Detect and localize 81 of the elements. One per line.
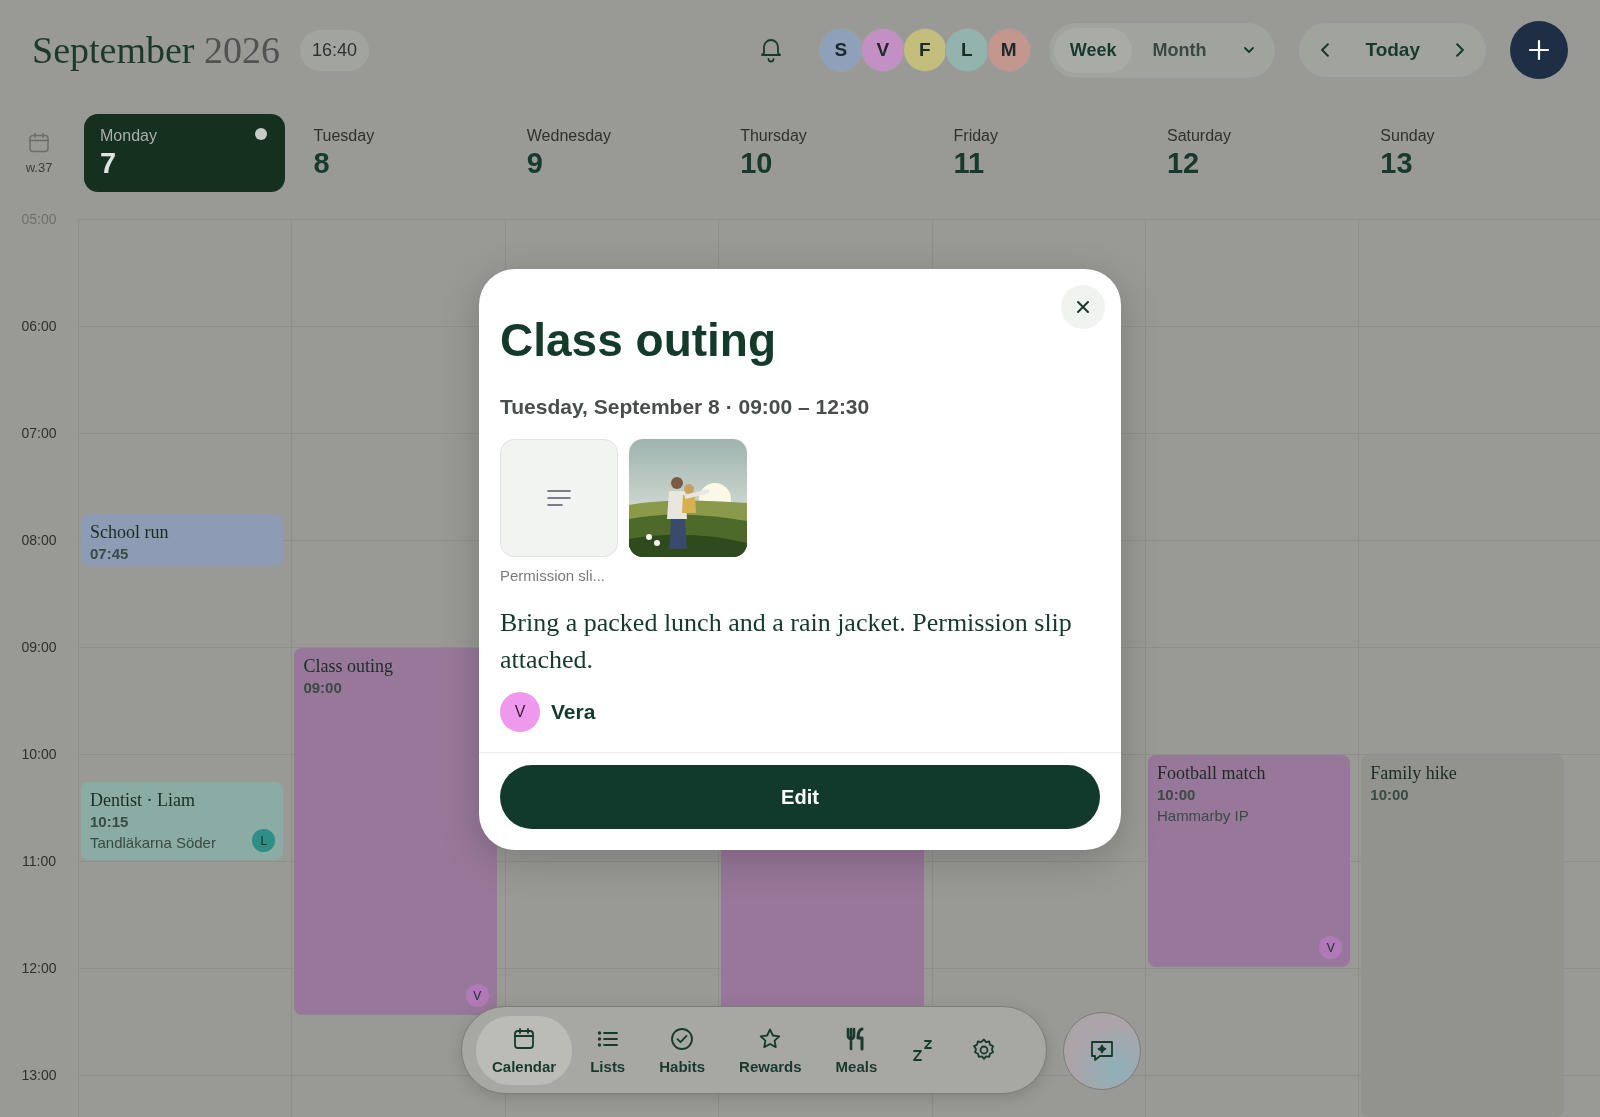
event-date-time: Tuesday, September 8 · 09:00 – 12:30 — [500, 395, 871, 419]
hour-label: 07:00 — [20, 425, 58, 443]
hour-label: 08:00 — [20, 532, 58, 550]
close-icon — [1074, 298, 1092, 316]
close-button[interactable] — [1061, 285, 1105, 329]
day-name: Monday — [100, 127, 157, 145]
view-tab[interactable]: Week — [1053, 27, 1133, 73]
assignee-avatar: V — [500, 692, 540, 732]
edit-button[interactable]: Edit — [500, 765, 1100, 829]
event-title: Dentist · Liam — [90, 789, 196, 811]
day-header[interactable]: Wednesday 9 — [510, 114, 713, 192]
plus-icon — [1527, 38, 1551, 62]
day-name: Sunday — [1380, 127, 1435, 145]
nav-tab[interactable]: Meals — [819, 1015, 894, 1085]
event-title: Football match — [1156, 763, 1267, 784]
member-avatar[interactable]: F — [902, 28, 947, 72]
day-header[interactable]: Monday 7 — [84, 114, 286, 192]
event-location: Tandläkarna Söder — [90, 833, 216, 851]
event-time: 10:00 — [1156, 786, 1197, 803]
event-title: Family hike — [1370, 763, 1458, 784]
event-card[interactable]: School run 07:45 — [81, 514, 284, 566]
day-name: Tuesday — [313, 127, 375, 145]
event-note: Bring a packed lunch and a rain jacket. Permission slip attached. — [500, 607, 1073, 676]
week-number: w.37 — [25, 159, 53, 175]
day-number: 11 — [953, 147, 986, 180]
day-header[interactable]: Friday 11 — [937, 114, 1139, 192]
clock-chip: 16:40 — [300, 29, 370, 71]
event-time: 09:00 — [303, 679, 343, 696]
event-time: 10:15 — [90, 812, 130, 830]
event-title: Class outing — [303, 656, 394, 677]
day-number: 13 — [1380, 147, 1414, 180]
day-number: 8 — [313, 147, 331, 180]
assignee-avatar: L — [252, 829, 276, 852]
event-time: 10:00 — [1370, 786, 1410, 803]
assignee-avatar: V — [1319, 936, 1343, 959]
event-title: School run — [90, 522, 170, 544]
calendar-icon — [28, 131, 50, 154]
hour-label: 13:00 — [20, 1067, 58, 1085]
hour-label: 12:00 — [20, 960, 58, 978]
chevron-left-icon — [1321, 43, 1330, 57]
day-header[interactable]: Saturday 12 — [1150, 114, 1353, 192]
hour-label: 06:00 — [20, 318, 58, 336]
day-name: Friday — [953, 127, 998, 145]
text-lines-icon — [545, 488, 573, 508]
member-avatar[interactable]: S — [818, 28, 863, 72]
event-location: Hammarby IP — [1156, 807, 1249, 824]
check-circle-icon — [669, 1025, 696, 1052]
add-button[interactable] — [1510, 21, 1568, 79]
event-card[interactable]: Football match 10:00 Hammarby IP V — [1147, 755, 1351, 967]
chevron-right-icon — [1456, 43, 1464, 57]
nav-tab[interactable]: Habits — [643, 1015, 722, 1085]
hour-label: 10:00 — [20, 746, 58, 764]
member-avatar[interactable]: L — [944, 28, 989, 72]
attachment-caption: Permission sli... — [500, 567, 607, 584]
assignee-name: Vera — [551, 700, 596, 724]
day-number: 9 — [526, 147, 544, 180]
nav-tab[interactable]: Calendar — [476, 1015, 573, 1085]
event-card[interactable]: Family hike 10:00 — [1361, 755, 1564, 1117]
day-number: 12 — [1166, 147, 1201, 180]
dialog-title: Class outing — [500, 313, 778, 367]
day-name: Wednesday — [526, 127, 611, 145]
view-tab[interactable]: Month — [1136, 27, 1223, 73]
hour-label: 11:00 — [21, 853, 57, 871]
event-time: 07:45 — [90, 545, 130, 563]
day-name: Saturday — [1166, 127, 1231, 145]
day-header[interactable]: Thursday 10 — [724, 114, 926, 192]
day-number: 7 — [100, 147, 118, 180]
day-number: 10 — [740, 147, 774, 180]
hour-label: 09:00 — [20, 639, 58, 657]
assignee-avatar: V — [465, 984, 489, 1008]
event-card[interactable]: Dentist · Liam 10:15 Tandläkarna Söder L — [81, 781, 284, 860]
member-avatar[interactable]: M — [986, 28, 1031, 72]
today-dot — [255, 128, 268, 140]
event-card[interactable]: Class outing 09:00 V — [294, 648, 497, 1016]
day-name: Thursday — [740, 127, 807, 145]
nav-tab[interactable]: Lists — [574, 1015, 642, 1085]
member-avatar[interactable]: V — [860, 28, 905, 72]
day-header[interactable]: Tuesday 8 — [297, 114, 499, 192]
nav-tab[interactable]: Rewards — [723, 1015, 818, 1085]
day-header[interactable]: Sunday 13 — [1364, 114, 1566, 192]
month-title: September 2026 — [32, 28, 280, 72]
